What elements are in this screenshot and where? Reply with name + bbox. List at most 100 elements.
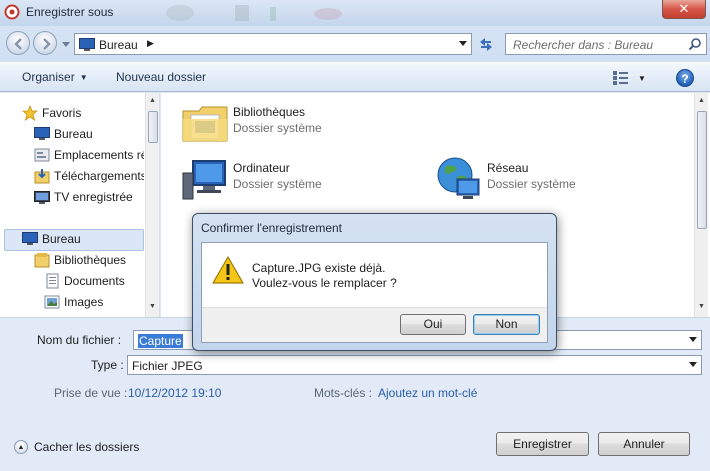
chevron-up-icon: ▲ [14,440,28,454]
organize-menu[interactable]: Organiser ▼ [22,70,88,84]
scroll-up-icon[interactable]: ▲ [698,97,705,104]
dialog-message-area: Capture.JPG existe déjà. Voulez-vous le … [202,243,547,307]
dialog-body: Capture.JPG existe déjà. Voulez-vous le … [201,242,548,343]
star-icon [22,105,38,121]
address-bar[interactable]: Bureau ▶ [74,33,472,55]
nav-label: Bureau [54,127,93,141]
search-placeholder: Rechercher dans : Bureau [513,38,654,52]
nav-item-pictures[interactable]: Images [44,292,144,312]
views-icon[interactable] [612,70,630,86]
navigation-pane: Favoris Bureau Emplacements ré Télécharg… [0,93,160,317]
no-button[interactable]: Non [473,314,540,335]
scroll-thumb[interactable] [697,111,707,229]
desktop-icon [34,127,50,140]
command-bar: Organiser ▼ Nouveau dossier ▼ ? [0,62,710,92]
computer-icon [182,160,226,200]
help-icon[interactable]: ? [676,69,694,87]
organize-label: Organiser [22,70,75,84]
dialog-title: Confirmer l'enregistrement [201,221,343,235]
nav-item-favorites[interactable]: Favoris [22,103,142,123]
views-dropdown-icon[interactable]: ▼ [638,74,646,83]
nav-scrollbar[interactable]: ▲ ▼ [145,93,159,317]
file-item-network[interactable]: Réseau Dossier système [435,155,655,203]
dialog-footer: Oui Non [202,307,547,342]
address-row: Bureau ▶ Rechercher dans : Bureau [0,26,710,62]
type-label: Type : [91,358,124,372]
nav-label: Emplacements ré [54,148,144,162]
scroll-up-icon[interactable]: ▲ [149,97,156,104]
date-taken-label: Prise de vue : [54,386,128,400]
nav-item-recorded-tv[interactable]: TV enregistrée [34,187,144,207]
downloads-icon [34,169,50,184]
scroll-down-icon[interactable]: ▼ [698,303,705,310]
desktop-icon [22,232,38,245]
file-item-computer[interactable]: Ordinateur Dossier système [181,155,401,203]
file-item-libraries[interactable]: Bibliothèques Dossier système [181,99,401,147]
search-icon[interactable] [688,37,702,51]
nav-item-desktop[interactable]: Bureau [34,124,144,144]
library-icon [34,253,50,268]
tv-icon [34,191,50,204]
file-type-value: Fichier JPEG [132,359,203,373]
nav-label: Images [64,295,104,309]
scroll-down-icon[interactable]: ▼ [149,303,156,310]
filename-label: Nom du fichier : [37,333,122,347]
address-dropdown-icon[interactable] [459,41,467,47]
file-name: Réseau [487,161,529,175]
file-type-select[interactable]: Fichier JPEG [127,355,702,375]
file-type-dropdown-icon[interactable] [689,362,697,368]
save-button[interactable]: Enregistrer [496,432,589,456]
filename-value-wrap: Capture [138,334,183,348]
file-type: Dossier système [233,177,322,191]
caret-down-icon: ▼ [79,73,88,82]
breadcrumb-arrow-icon[interactable]: ▶ [147,38,154,49]
warning-icon [212,256,244,284]
filename-dropdown-icon[interactable] [689,337,697,343]
nav-item-libraries[interactable]: Bibliothèques [34,250,144,270]
nav-label: Favoris [42,106,82,120]
nav-label: Documents [64,274,125,288]
app-icon [4,4,20,20]
nav-label: Téléchargements [54,169,144,183]
nav-label: TV enregistrée [54,190,133,204]
nav-item-recent-places[interactable]: Emplacements ré [34,145,144,165]
desktop-icon [79,38,95,51]
scroll-thumb[interactable] [148,111,158,143]
date-taken-value[interactable]: 10/12/2012 19:10 [128,386,221,400]
hide-folders-label: Cacher les dossiers [34,440,140,454]
back-button[interactable] [6,31,30,55]
tags-label: Mots-clés : [314,386,373,400]
documents-icon [46,273,59,289]
nav-item-downloads[interactable]: Téléchargements [34,166,144,186]
pictures-icon [44,295,60,309]
window-title: Enregistrer sous [26,5,114,19]
recent-places-icon [34,148,50,162]
file-type: Dossier système [233,121,322,135]
dialog-message-line-2: Voulez-vous le remplacer ? [252,276,397,290]
forward-button[interactable] [33,31,57,55]
confirm-save-dialog: Confirmer l'enregistrement Capture.JPG e… [192,213,557,351]
nav-item-documents[interactable]: Documents [44,271,144,291]
nav-label: Bibliothèques [54,253,127,267]
file-type: Dossier système [487,177,576,191]
nav-label: Bureau [42,232,81,246]
tags-value[interactable]: Ajoutez un mot-clé [378,386,477,400]
files-scrollbar[interactable]: ▲ ▼ [694,93,708,317]
back-arrow-icon [14,38,22,50]
new-folder-button[interactable]: Nouveau dossier [116,70,206,84]
history-dropdown-icon[interactable] [62,40,70,48]
dialog-message-line-1: Capture.JPG existe déjà. [252,261,386,275]
search-box[interactable]: Rechercher dans : Bureau [505,33,707,55]
libraries-folder-icon [182,106,228,142]
nav-item-desktop-root[interactable]: Bureau [22,229,142,249]
file-name: Ordinateur [233,161,290,175]
title-bar: Enregistrer sous ✕ [0,0,710,26]
refresh-icon[interactable] [476,34,496,54]
close-button[interactable]: ✕ [662,0,706,19]
background-decoration-icon [166,5,342,21]
yes-button[interactable]: Oui [400,314,466,335]
breadcrumb-desktop[interactable]: Bureau [99,38,138,52]
forward-arrow-icon [43,38,51,50]
network-icon [437,157,480,199]
cancel-button[interactable]: Annuler [598,432,690,456]
